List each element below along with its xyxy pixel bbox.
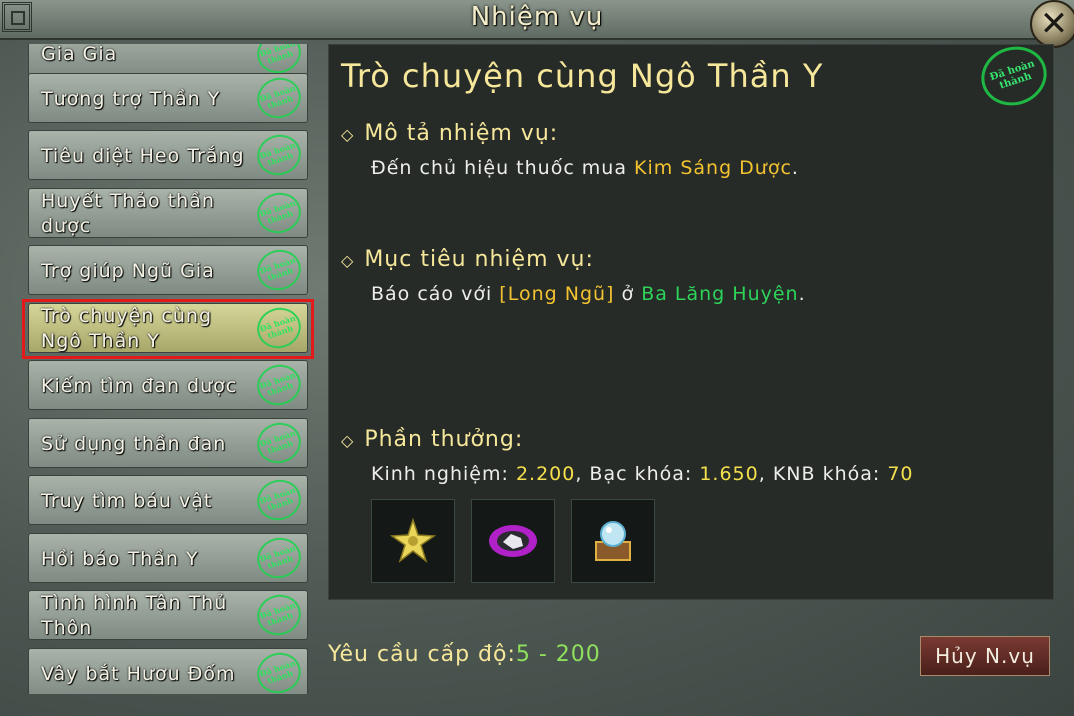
level-requirement: Yêu cầu cấp độ:5 - 200 xyxy=(328,642,601,667)
goal-text: Báo cáo với [Long Ngũ] ở Ba Lăng Huyện. xyxy=(371,283,806,305)
description-heading-text: Mô tả nhiệm vụ: xyxy=(364,121,559,146)
quest-title: Trò chuyện cùng Ngô Thần Y xyxy=(341,57,824,95)
reward-exp-value: 2.200 xyxy=(515,463,576,485)
goal-suffix: . xyxy=(798,283,806,305)
goal-npc-link[interactable]: [Long Ngũ] xyxy=(499,283,614,305)
quest-item-label: Sử dụng thần đan xyxy=(41,432,227,455)
completed-stamp-icon: Đã hoàn thành xyxy=(251,129,307,181)
selection-highlight-box xyxy=(22,299,314,359)
purple-ore-icon xyxy=(489,525,537,557)
star-flower-icon xyxy=(389,517,437,564)
quest-item-label: Tiêu diệt Heo Trắng xyxy=(41,144,245,167)
quest-item[interactable]: Huyết Thảo thần dược Đã hoàn thành xyxy=(28,187,308,239)
completed-stamp-icon: Đã hoàn thành xyxy=(251,589,307,641)
quest-item[interactable]: Vây bắt Hươu Đốm Đã hoàn thành xyxy=(28,647,308,694)
quest-item[interactable]: Truy tìm báu vật Đã hoàn thành xyxy=(28,474,308,526)
goal-place-link[interactable]: Ba Lăng Huyện xyxy=(641,283,798,305)
reward-slot[interactable] xyxy=(471,499,555,583)
quest-item[interactable]: Tương trợ Thần Y Đã hoàn thành xyxy=(28,72,308,124)
reward-heading: ◇ Phần thưởng: xyxy=(341,427,523,452)
quest-item[interactable]: Hồi báo Thần Y Đã hoàn thành xyxy=(28,532,308,584)
completed-stamp-icon: Đã hoàn thành xyxy=(251,359,307,411)
close-button[interactable]: ✕ xyxy=(1030,0,1074,48)
completed-stamp-icon: Đã hoàn thành xyxy=(251,417,307,469)
reward-text: Kinh nghiệm: 2.200, Bạc khóa: 1.650, KNB… xyxy=(371,463,914,485)
level-requirement-label: Yêu cầu cấp độ: xyxy=(328,642,516,667)
description-heading: ◇ Mô tả nhiệm vụ: xyxy=(341,121,558,146)
quest-item-label: Vây bắt Hươu Đốm xyxy=(41,662,236,685)
description-prefix: Đến chủ hiệu thuốc mua xyxy=(371,157,635,179)
quest-item-label: Hồi báo Thần Y xyxy=(41,547,199,570)
quest-item-label: Tình hình Tân Thủ Thôn xyxy=(41,592,228,639)
completed-stamp-icon: Đã hoàn thành xyxy=(251,72,307,124)
goal-heading: ◇ Mục tiêu nhiệm vụ: xyxy=(341,247,594,272)
completed-stamp-icon: Đã hoàn thành xyxy=(251,244,307,296)
diamond-bullet-icon: ◇ xyxy=(341,125,355,144)
quest-item-label: Tương trợ Thần Y xyxy=(41,87,221,110)
quest-list: Gia Gia Đã hoàn thành Tương trợ Thần Y Đ… xyxy=(22,44,314,694)
quest-item[interactable]: Kiếm tìm đan dược Đã hoàn thành xyxy=(28,359,308,411)
goal-mid: ở xyxy=(614,283,642,305)
reward-heading-text: Phần thưởng: xyxy=(364,427,524,452)
diamond-bullet-icon: ◇ xyxy=(341,431,355,450)
quest-item[interactable]: Sử dụng thần đan Đã hoàn thành xyxy=(28,417,308,469)
reward-knb-label: , KNB khóa: xyxy=(758,463,888,485)
goal-heading-text: Mục tiêu nhiệm vụ: xyxy=(364,247,594,272)
quest-item[interactable]: Tình hình Tân Thủ Thôn Đã hoàn thành xyxy=(28,589,308,641)
quest-window: Nhiệm vụ ✕ Gia Gia Đã hoàn thành Tương t… xyxy=(0,0,1074,716)
quest-item-label: Trợ giúp Ngũ Gia xyxy=(41,259,215,282)
quest-detail-panel: Trò chuyện cùng Ngô Thần Y Đã hoàn thành… xyxy=(328,38,1055,600)
completed-stamp-icon: Đã hoàn thành xyxy=(251,647,307,694)
quest-item[interactable]: Trợ giúp Ngũ Gia Đã hoàn thành xyxy=(28,244,308,296)
reward-silver-label: , Bạc khóa: xyxy=(575,463,700,485)
description-item-link[interactable]: Kim Sáng Dược xyxy=(634,157,792,179)
reward-exp-label: Kinh nghiệm: xyxy=(371,463,516,485)
window-title: Nhiệm vụ xyxy=(470,2,604,32)
crystal-chest-icon xyxy=(595,521,631,561)
completed-stamp-icon: Đã hoàn thành xyxy=(251,532,307,584)
description-suffix: . xyxy=(791,157,799,179)
completed-stamp-icon: Đã hoàn thành xyxy=(973,38,1055,114)
quest-item[interactable]: Tiêu diệt Heo Trắng Đã hoàn thành xyxy=(28,129,308,181)
diamond-bullet-icon: ◇ xyxy=(341,251,355,270)
title-bar: Nhiệm vụ xyxy=(0,0,1074,40)
quest-item-label: Truy tìm báu vật xyxy=(41,489,213,512)
level-requirement-value: 5 - 200 xyxy=(515,642,601,667)
quest-item-label: Huyết Thảo thần dược xyxy=(41,190,215,237)
description-text: Đến chủ hiệu thuốc mua Kim Sáng Dược. xyxy=(371,157,799,179)
reward-knb-value: 70 xyxy=(887,463,914,485)
cancel-quest-button[interactable]: Hủy N.vụ xyxy=(920,636,1050,676)
quest-item-label: Kiếm tìm đan dược xyxy=(41,374,238,397)
completed-stamp-icon: Đã hoàn thành xyxy=(251,187,307,239)
completed-stamp-icon: Đã hoàn thành xyxy=(251,474,307,526)
goal-prefix: Báo cáo với xyxy=(371,283,500,305)
reward-silver-value: 1.650 xyxy=(699,463,759,485)
reward-slot[interactable] xyxy=(571,499,655,583)
reward-slot[interactable] xyxy=(371,499,455,583)
